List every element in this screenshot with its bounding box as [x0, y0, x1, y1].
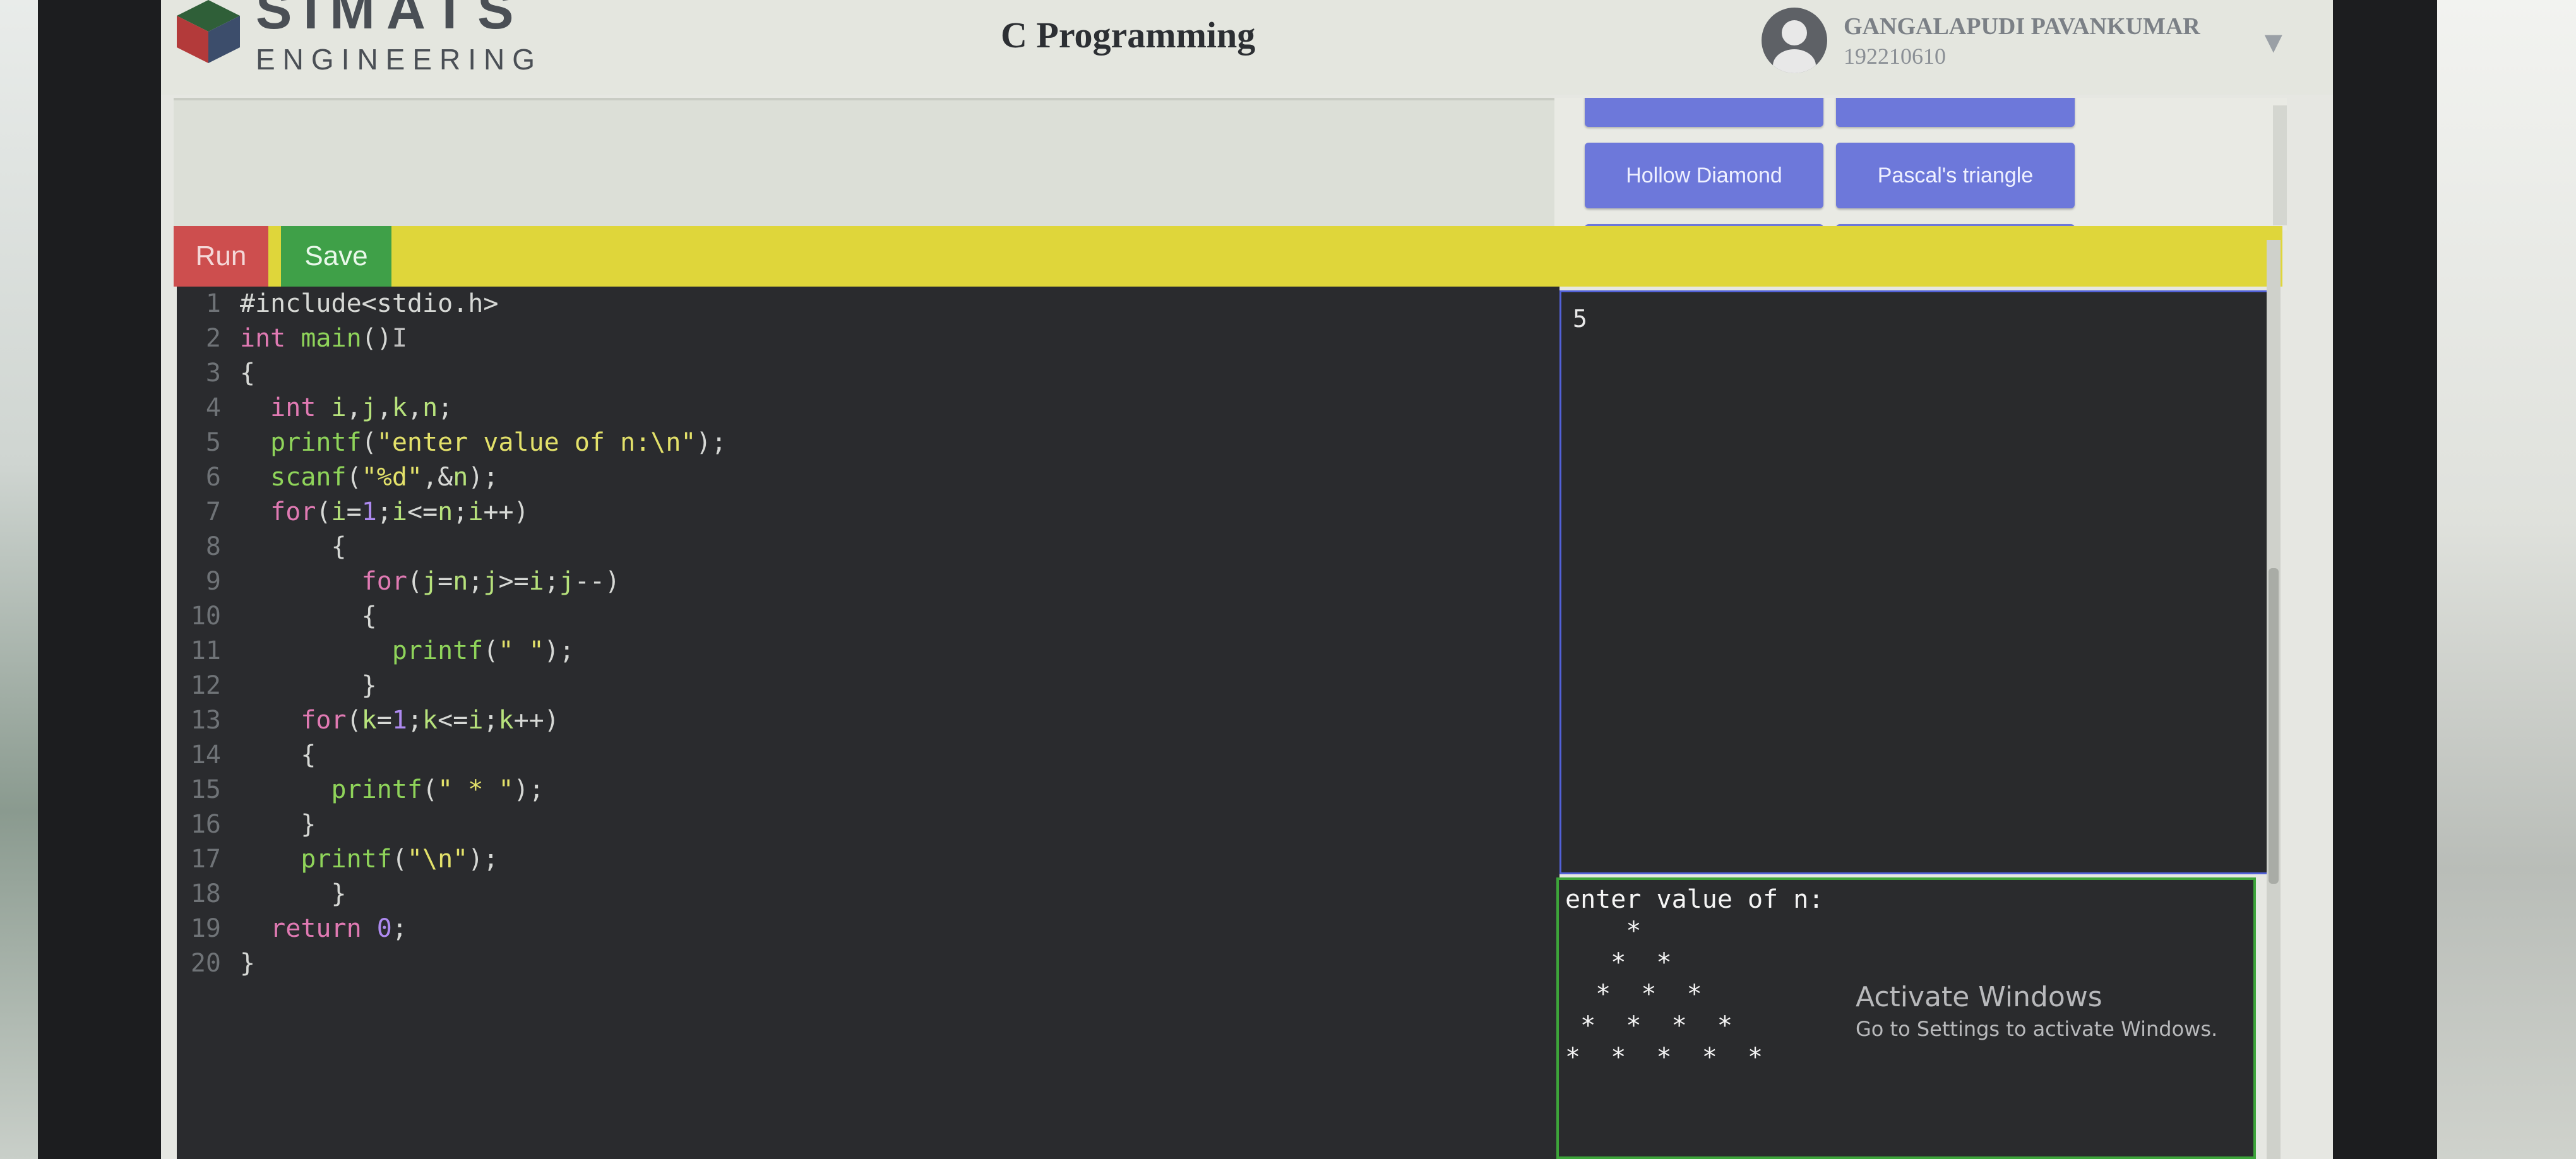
output-line: * * * * [1565, 1011, 1732, 1040]
line-number: 20 [190, 949, 221, 978]
code-line: { [240, 602, 377, 631]
code-line: int i,j,k,n; [270, 393, 453, 422]
line-number: 3 [205, 359, 221, 388]
code-line: } [240, 671, 377, 700]
brand-name: SIMATS [256, 0, 525, 40]
button-panel-scrollbar[interactable] [2273, 105, 2287, 225]
output-line: * * [1565, 948, 1672, 977]
output-line: * * * [1565, 980, 1702, 1009]
program-button-partial-top-left[interactable] [1585, 98, 1823, 127]
user-avatar-icon[interactable] [1762, 8, 1827, 73]
code-line: return 0; [270, 914, 407, 943]
line-number: 15 [190, 775, 221, 804]
page-scrollbar-thumb[interactable] [2269, 568, 2279, 884]
output-line: enter value of n: [1565, 885, 1824, 914]
line-number: 19 [190, 914, 221, 943]
code-editor[interactable]: 1 2 3 4 5 6 7 8 9 10 11 12 13 14 15 16 1… [177, 287, 1559, 1159]
line-number: 12 [190, 671, 221, 700]
line-number: 14 [190, 740, 221, 770]
save-button[interactable]: Save [281, 226, 391, 287]
line-number: 18 [190, 879, 221, 908]
program-button-panel: Hollow Diamond Pascal's triangle [1554, 98, 2287, 230]
code-line: for(j=n;j>=i;j--) [361, 567, 621, 596]
run-button[interactable]: Run [174, 226, 268, 287]
stdin-input-value[interactable]: 5 [1573, 305, 1587, 333]
line-number: 13 [190, 706, 221, 735]
code-line: int main()I [240, 324, 407, 353]
pascals-triangle-button[interactable]: Pascal's triangle [1836, 143, 2075, 208]
code-line: printf(" "); [391, 636, 575, 665]
browser-screen: SIMATS ENGINEERING C Programming GANGALA… [161, 0, 2333, 1159]
line-number: 4 [205, 393, 221, 422]
code-line: printf("\n"); [301, 845, 499, 874]
code-line: } [240, 810, 316, 839]
activate-windows-watermark: Activate Windows Go to Settings to activ… [1856, 981, 2217, 1041]
line-number: 6 [205, 463, 221, 492]
code-line: } [240, 949, 256, 978]
line-number: 2 [205, 324, 221, 353]
user-id: 192210610 [1844, 44, 1946, 69]
program-button-partial-top-right[interactable] [1836, 98, 2075, 127]
output-line: * * * * * [1565, 1043, 1763, 1072]
line-number: 16 [190, 810, 221, 839]
code-line: { [240, 359, 256, 388]
watermark-title: Activate Windows [1856, 981, 2102, 1013]
brand: SIMATS ENGINEERING [256, 0, 542, 76]
code-line: #include<stdio.h> [240, 289, 499, 318]
triangle-down-icon[interactable]: ▼ [2258, 25, 2289, 60]
code-line: { [240, 740, 316, 770]
code-line: { [240, 532, 347, 561]
watermark-subtitle: Go to Settings to activate Windows. [1856, 1017, 2218, 1041]
code-line: printf(" * "); [331, 775, 544, 804]
page-title: C Programming [1001, 15, 1256, 56]
line-number: 10 [190, 602, 221, 631]
output-line: * [1565, 917, 1642, 946]
code-line: printf("enter value of n:\n"); [270, 428, 727, 457]
output-lines: enter value of n: * * * * * * * * * * * … [1565, 884, 1823, 1073]
simats-logo-icon [177, 0, 240, 63]
editor-toolbar: Run Save [174, 226, 2282, 287]
code-line: for(k=1;k<=i;k++) [301, 706, 559, 735]
app-header: SIMATS ENGINEERING C Programming GANGALA… [161, 0, 2333, 95]
line-number-gutter: 1 2 3 4 5 6 7 8 9 10 11 12 13 14 15 16 1… [177, 287, 227, 1159]
code-line: scanf("%d",&n); [270, 463, 499, 492]
line-number: 17 [190, 845, 221, 874]
line-number: 9 [205, 567, 221, 596]
line-number: 11 [190, 636, 221, 665]
output-console: enter value of n: * * * * * * * * * * * … [1556, 877, 2256, 1159]
line-number: 8 [205, 532, 221, 561]
code-line: for(i=1;i<=n;i++) [270, 497, 529, 526]
stdin-input-panel[interactable]: 5 [1559, 290, 2279, 874]
line-number: 1 [205, 289, 221, 318]
code-line: } [240, 879, 347, 908]
line-number: 7 [205, 497, 221, 526]
user-name: GANGALAPUDI PAVANKUMAR [1844, 13, 2200, 40]
line-number: 5 [205, 428, 221, 457]
brand-subtitle: ENGINEERING [256, 43, 543, 76]
code-lines[interactable]: #include<stdio.h> int main()I { int i,j,… [240, 287, 1559, 981]
hollow-diamond-button[interactable]: Hollow Diamond [1585, 143, 1823, 208]
